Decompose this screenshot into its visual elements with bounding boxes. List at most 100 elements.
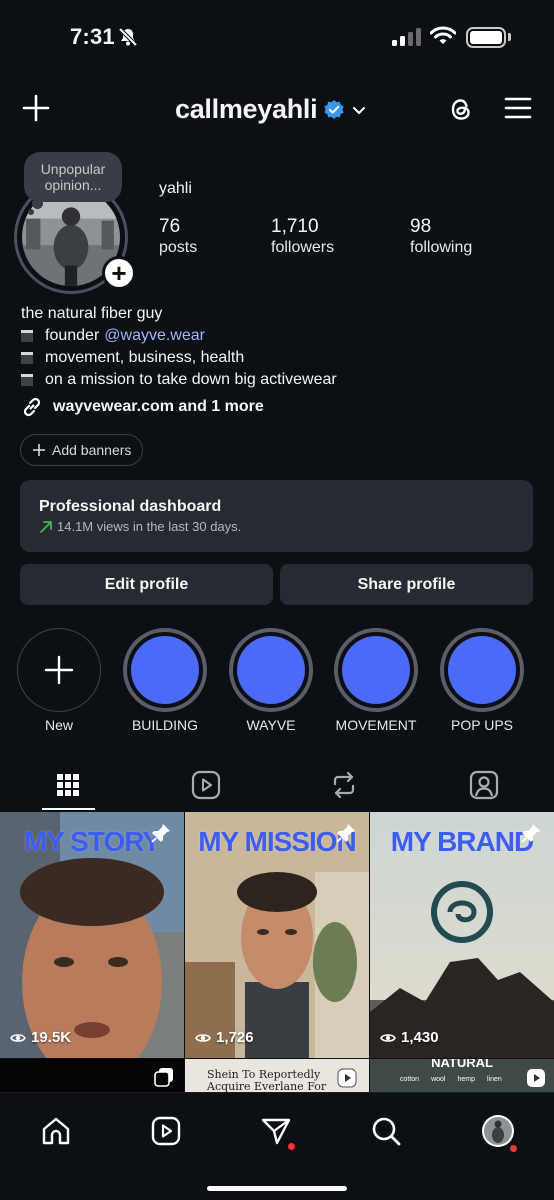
profile-tabs [0,760,554,812]
highlight-label: MOVEMENT [335,717,417,733]
create-button[interactable] [20,92,52,124]
flag-icon [21,352,33,364]
nav-home[interactable] [34,1109,78,1153]
status-time: 7:31 [70,24,115,49]
reel-icon [337,1068,357,1088]
bio-line: on a mission to take down big activewear [21,369,337,391]
profile-bio: the natural fiber guy founder @wayve.wea… [21,303,337,391]
home-indicator [207,1186,347,1191]
highlight-label: POP UPS [451,717,513,733]
reels-icon [191,770,221,800]
profile-username: callmeyahli [175,94,318,124]
post-tile[interactable]: NATURAL cotton wool hemp linen [370,1059,554,1093]
grid-icon [57,774,79,796]
followers-value: 1,710 [271,216,319,237]
direct-message-icon [261,1118,291,1145]
news-headline: Shein To Reportedly Acquire Everlane For… [207,1068,327,1094]
view-count: 1,430 [380,1029,439,1046]
tab-grid[interactable] [48,768,88,802]
plus-icon [44,655,74,685]
highlight-building[interactable]: BUILDING [123,628,207,733]
eye-icon [380,1033,396,1042]
highlight-label: BUILDING [131,717,199,733]
active-tab-indicator [42,808,95,810]
flag-icon [21,374,33,386]
following-value: 98 [410,216,432,237]
chevron-down-icon [353,106,366,114]
plus-icon [22,94,50,122]
followers-label: followers [271,239,335,256]
share-profile-button[interactable]: Share profile [280,564,533,605]
cellular-signal-icon [392,28,421,46]
search-icon [372,1117,401,1146]
plus-icon [33,444,45,456]
display-name: yahli [159,180,192,197]
highlight-new[interactable]: New [17,628,101,733]
reels-icon [151,1116,181,1146]
following-count[interactable]: 98 following [410,216,472,258]
pin-icon [151,824,170,843]
post-tile[interactable]: Shein To Reportedly Acquire Everlane For… [185,1059,369,1093]
dashboard-title: Professional dashboard [39,498,222,515]
eye-icon [10,1033,26,1042]
nav-profile[interactable] [476,1109,520,1153]
carousel-icon [154,1068,173,1087]
mention-link[interactable]: @wayve.wear [104,325,205,347]
dashboard-subtitle: 14.1M views in the last 30 days. [39,519,533,534]
status-bar: 7:31 [0,0,554,76]
following-label: following [410,239,473,256]
bio-line: the natural fiber guy [21,305,163,322]
hamburger-menu-icon [504,97,532,119]
profile-note[interactable]: Unpopular opinion... [24,152,122,202]
menu-button[interactable] [502,92,534,124]
wifi-icon [430,26,456,44]
threads-button[interactable] [444,92,478,126]
professional-dashboard[interactable]: Professional dashboard 14.1M views in th… [20,480,533,552]
posts-label: posts [159,239,198,256]
profile-links[interactable]: wayvewear.com and 1 more [21,396,264,418]
posts-value: 76 [159,216,181,237]
bottom-navigation [0,1092,554,1200]
post-tile[interactable]: MY MISSION 1,726 [185,812,369,1058]
post-tile[interactable] [0,1059,184,1093]
highlight-wayve[interactable]: WAYVE [229,628,313,733]
bio-line: movement, business, health [21,347,337,369]
highlight-label: New [44,717,73,733]
followers-count[interactable]: 1,710 followers [271,216,334,258]
pin-icon [521,824,540,843]
eye-icon [195,1033,211,1042]
top-navigation: callmeyahli [0,84,554,134]
repost-icon [333,771,355,799]
home-icon [42,1117,70,1145]
highlight-pop-ups[interactable]: POP UPS [440,628,524,733]
highlight-label: WAYVE [246,717,296,733]
notification-dot [510,1145,517,1152]
add-banners-button[interactable]: Add banners [20,434,144,466]
nav-reels[interactable] [144,1109,188,1153]
fiber-labels: cotton wool hemp linen [400,1076,502,1083]
highlight-movement[interactable]: MOVEMENT [334,628,418,733]
flag-icon [21,330,33,342]
post-tile[interactable]: MY BRAND 1,430 [370,812,554,1058]
link-text: wayvewear.com and 1 more [53,398,264,415]
notification-dot [288,1143,295,1150]
trend-up-icon [40,520,52,533]
bio-line: founder @wayve.wear [21,325,337,347]
tagged-person-icon [469,770,499,800]
bell-off-icon [118,27,138,47]
posts-count[interactable]: 76 posts [159,216,197,258]
edit-profile-button[interactable]: Edit profile [20,564,273,605]
post-tile[interactable]: MY STORY 19.5K [0,812,184,1058]
view-count: 1,726 [195,1029,254,1046]
nav-search[interactable] [364,1109,408,1153]
add-story-button[interactable]: + [102,256,136,290]
tab-reposts[interactable] [324,768,364,802]
threads-icon [451,99,470,120]
account-switcher[interactable]: callmeyahli [175,94,367,125]
verified-badge-icon [324,99,344,119]
view-count: 19.5K [10,1029,71,1046]
profile-avatar-icon [482,1115,514,1147]
tab-tagged[interactable] [464,768,504,802]
nav-messages[interactable] [254,1109,298,1153]
tab-reels[interactable] [186,768,226,802]
